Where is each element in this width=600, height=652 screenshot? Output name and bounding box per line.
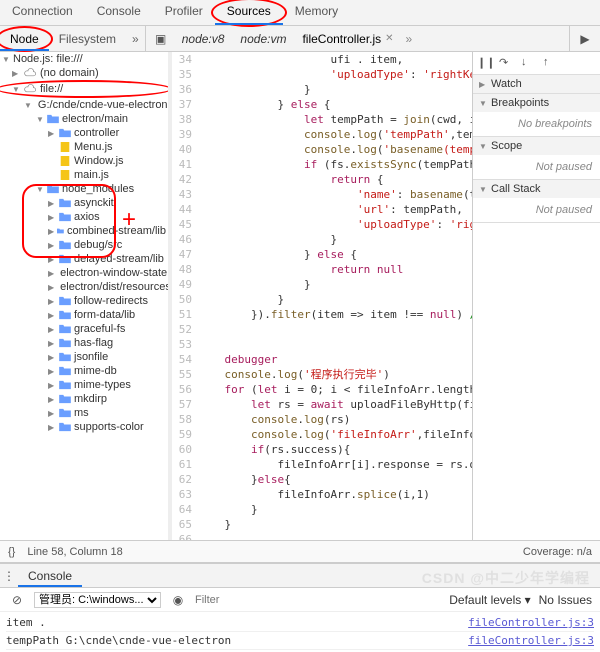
- pretty-print-icon[interactable]: {}: [8, 546, 15, 558]
- close-icon[interactable]: ✕: [385, 33, 393, 44]
- folder-icon: [59, 352, 71, 362]
- tree-controller[interactable]: ▶controller: [0, 126, 168, 140]
- console-filter-input[interactable]: [195, 594, 441, 606]
- tree-pkg[interactable]: ▶delayed-stream/lib: [0, 252, 168, 266]
- tree-pkg[interactable]: ▶electron-window-state: [0, 266, 168, 280]
- folder-icon: [59, 198, 71, 208]
- tree-pkg[interactable]: ▶axios: [0, 210, 168, 224]
- tree-nodomain[interactable]: ▶(no domain): [0, 66, 168, 80]
- filetab-nodev8[interactable]: node:v8: [178, 30, 229, 48]
- step-into-icon[interactable]: ↓: [521, 56, 539, 70]
- code-content: ufi . item, 'uploadType': 'rightKey' } }…: [198, 52, 472, 540]
- filetab-nodevm[interactable]: node:vm: [236, 30, 290, 48]
- levels-dropdown[interactable]: Default levels ▾: [449, 593, 530, 607]
- tree-pkg[interactable]: ▶asynckit: [0, 196, 168, 210]
- tree-electronmain[interactable]: ▼electron/main: [0, 112, 168, 126]
- callstack-header[interactable]: ▼Call Stack: [473, 180, 600, 198]
- tree-pkg[interactable]: ▶mime-db: [0, 364, 168, 378]
- js-file-icon: [59, 170, 71, 180]
- tree-pkg[interactable]: ▶electron/dist/resources: [0, 280, 168, 294]
- pause-icon[interactable]: ❙❙: [477, 56, 495, 70]
- breakpoints-header[interactable]: ▼Breakpoints: [473, 94, 600, 112]
- tree-pkg[interactable]: ▶jsonfile: [0, 350, 168, 364]
- issues-status[interactable]: No Issues: [539, 593, 592, 607]
- folder-icon: [59, 254, 71, 264]
- tree-pkg[interactable]: ▶follow-redirects: [0, 294, 168, 308]
- tree-pkg[interactable]: ▶supports-color: [0, 420, 168, 434]
- tree-pkg[interactable]: ▶combined-stream/lib: [0, 224, 168, 238]
- tree-project[interactable]: ▼G:/cnde/cnde-vue-electron: [0, 98, 168, 112]
- file-nav-icon[interactable]: ▣: [152, 30, 170, 48]
- folder-icon: [59, 394, 71, 404]
- js-file-icon: [59, 142, 71, 152]
- cloud-icon: [23, 68, 37, 78]
- tree-menu[interactable]: Menu.js: [0, 140, 168, 154]
- console-output: item .fileController.js:3tempPath G:\cnd…: [0, 612, 600, 652]
- folder-icon: [59, 240, 71, 250]
- code-editor[interactable]: 3435363738394041424344454647484950515253…: [172, 52, 472, 540]
- tree-pkg[interactable]: ▶has-flag: [0, 336, 168, 350]
- more-tabs-icon[interactable]: »: [126, 32, 145, 46]
- more-files-icon[interactable]: »: [406, 32, 413, 46]
- cursor-position: Line 58, Column 18: [27, 546, 122, 558]
- tab-profiler[interactable]: Profiler: [153, 0, 215, 25]
- tree-pkg[interactable]: ▶form-data/lib: [0, 308, 168, 322]
- folder-icon: [59, 380, 71, 390]
- tree-window[interactable]: Window.js: [0, 154, 168, 168]
- folder-icon: [59, 324, 71, 334]
- console-row: item .fileController.js:3: [6, 614, 594, 632]
- drawer-menu-icon[interactable]: ⋮: [0, 567, 18, 585]
- tree-pkg[interactable]: ▶ms: [0, 406, 168, 420]
- folder-icon: [59, 310, 71, 320]
- tree-main[interactable]: main.js: [0, 168, 168, 182]
- line-numbers: 3435363738394041424344454647484950515253…: [172, 52, 198, 540]
- step-out-icon[interactable]: ↑: [543, 56, 561, 70]
- watch-header[interactable]: ▶Watch: [473, 75, 600, 93]
- play-icon[interactable]: ▶: [576, 30, 594, 48]
- tree-nodemodules[interactable]: ▼node_modules: [0, 182, 168, 196]
- folder-icon: [57, 226, 64, 236]
- cloud-icon: [23, 84, 37, 94]
- folder-icon: [59, 422, 71, 432]
- scope-header[interactable]: ▼Scope: [473, 137, 600, 155]
- step-over-icon[interactable]: ↷: [499, 56, 517, 70]
- eye-icon[interactable]: ◉: [169, 591, 187, 609]
- tree-filescheme[interactable]: ▼file://: [0, 82, 168, 96]
- watermark: CSDN @中二少年学编程: [422, 568, 590, 588]
- tree-pkg[interactable]: ▶graceful-fs: [0, 322, 168, 336]
- tree-pkg[interactable]: ▶debug/src: [0, 238, 168, 252]
- js-file-icon: [59, 156, 71, 166]
- folder-icon: [59, 212, 71, 222]
- debugger-panel: ❙❙ ↷ ↓ ↑ ▶Watch ▼BreakpointsNo breakpoin…: [472, 52, 600, 540]
- folder-icon: [47, 114, 59, 124]
- subtab-filesystem[interactable]: Filesystem: [49, 28, 126, 50]
- folder-icon: [59, 296, 71, 306]
- tab-console[interactable]: Console: [85, 0, 153, 25]
- folder-icon: [59, 408, 71, 418]
- coverage-status: Coverage: n/a: [523, 546, 592, 558]
- folder-icon: [59, 366, 71, 376]
- folder-icon: [59, 338, 71, 348]
- tree-pkg[interactable]: ▶mkdirp: [0, 392, 168, 406]
- filetab-filecontroller[interactable]: fileController.js✕: [298, 30, 397, 48]
- tab-connection[interactable]: Connection: [0, 0, 85, 25]
- console-context-select[interactable]: 管理员: C:\windows...: [34, 592, 161, 608]
- folder-icon: [47, 184, 59, 194]
- tree-root[interactable]: ▼Node.js: file:///: [0, 52, 168, 66]
- tab-memory[interactable]: Memory: [283, 0, 350, 25]
- tab-sources[interactable]: Sources: [215, 0, 283, 25]
- console-row: tempPath G:\cnde\cnde-vue-electronfileCo…: [6, 632, 594, 650]
- console-tab[interactable]: Console: [18, 565, 82, 587]
- folder-icon: [59, 128, 71, 138]
- clear-console-icon[interactable]: ⊘: [8, 591, 26, 609]
- subtab-node[interactable]: Node: [0, 28, 49, 50]
- source-tree: ▼Node.js: file:/// ▶(no domain) ▼file://…: [0, 52, 168, 540]
- tree-pkg[interactable]: ▶mime-types: [0, 378, 168, 392]
